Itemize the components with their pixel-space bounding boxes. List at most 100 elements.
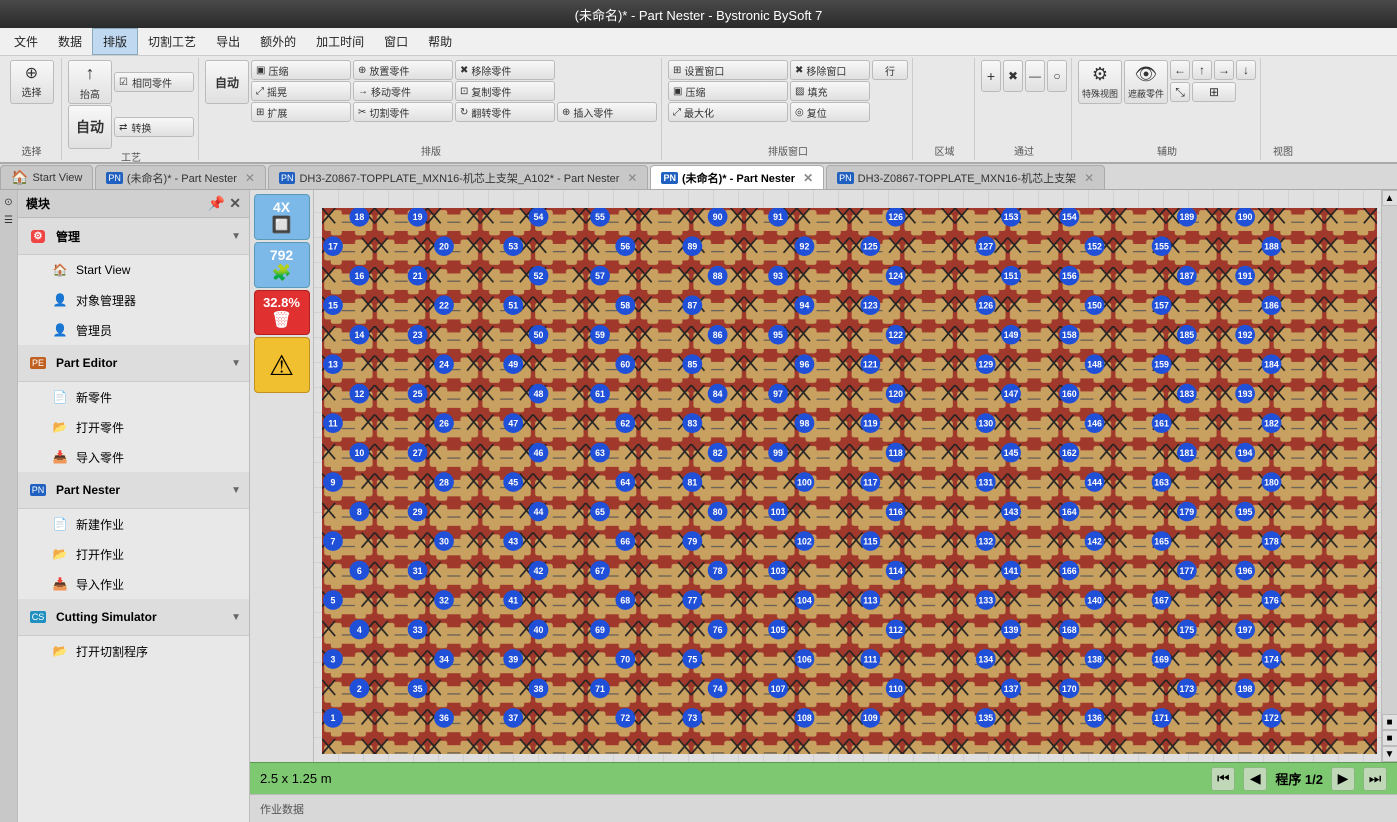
sidebar-item-objmanager[interactable]: 👤 对象管理器 [18, 285, 249, 315]
svg-text:80: 80 [713, 507, 723, 517]
svg-text:117: 117 [863, 477, 877, 487]
toolbar-btn-maximize[interactable]: ⤢ 最大化 [668, 102, 788, 122]
tab-dh3-2-close[interactable]: ✕ [1084, 171, 1094, 185]
toolbar-btn-line[interactable]: — [1025, 60, 1045, 92]
sidebar-item-open-part[interactable]: 📂 打开零件 [18, 412, 249, 442]
svg-text:89: 89 [687, 242, 697, 252]
menu-file[interactable]: 文件 [4, 29, 48, 54]
toolbar-btn-move[interactable]: → 移动零件 [353, 81, 453, 101]
panel-parts-icon: 🧩 [272, 263, 292, 283]
toolbar-btn-x[interactable]: ✖ [1003, 60, 1023, 92]
tab-dh3-pn[interactable]: PN DH3-Z0867-TOPPLATE_MXN16-机芯上支架_A102* … [268, 165, 649, 189]
menu-help[interactable]: 帮助 [418, 29, 462, 54]
toolbar-btn-cut[interactable]: ✂ 切割零件 [353, 102, 453, 122]
toolbar-btn-fill[interactable]: ▨ 填充 [790, 81, 870, 101]
panel-card-parts[interactable]: 792 🧩 [254, 242, 310, 288]
toolbar-btn-special-view[interactable]: ⚙ 特殊视图 [1078, 60, 1122, 104]
nesting-canvas[interactable]: 18 19 54 55 90 91 126 153 154 189 190 17… [314, 190, 1397, 762]
sidebar-item-import-job[interactable]: 📥 导入作业 [18, 569, 249, 599]
nav-last[interactable]: ⏭ [1363, 767, 1387, 791]
section-part-editor[interactable]: PE Part Editor ▼ [18, 345, 249, 382]
toolbar-btn-row[interactable]: 行 [872, 60, 908, 80]
toolbar-btn-reset[interactable]: ◎ 复位 [790, 102, 870, 122]
scroll-btn-mid1[interactable]: ■ [1382, 714, 1397, 730]
section-cutting-sim[interactable]: CS Cutting Simulator ▼ [18, 599, 249, 636]
nav-first[interactable]: ⏮ [1211, 767, 1235, 791]
svg-text:21: 21 [413, 271, 423, 281]
menu-window[interactable]: 窗口 [374, 29, 418, 54]
tab-pn2-close[interactable]: ✕ [803, 171, 813, 185]
vert-icon-2[interactable]: ☰ [1, 212, 17, 228]
toolbar-btn-nav-grid[interactable]: ⊞ [1192, 82, 1236, 102]
menu-export[interactable]: 导出 [206, 29, 250, 54]
scroll-up-btn[interactable]: ▲ [1382, 190, 1397, 206]
panel-card-pct[interactable]: 32.8% 🗑 [254, 290, 310, 335]
toolbar-btn-auto1[interactable]: 自动 [68, 105, 112, 149]
sidebar-item-new-job[interactable]: 📄 新建作业 [18, 509, 249, 539]
toolbar-btn-nav-down[interactable]: ↓ [1236, 60, 1256, 80]
toolbar-btn-nav-up[interactable]: ↑ [1192, 60, 1212, 80]
toolbar-btn-raise[interactable]: ↑ 抬高 [68, 60, 112, 104]
svg-text:70: 70 [620, 654, 630, 664]
sidebar-item-open-prog[interactable]: 📂 打开切割程序 [18, 636, 249, 666]
svg-text:11: 11 [328, 418, 337, 428]
scroll-btn-mid2[interactable]: ■ [1382, 730, 1397, 746]
panel-warning[interactable]: ⚠ [254, 337, 310, 393]
toolbar-btn-place[interactable]: ⊕ 放置零件 [353, 60, 453, 80]
menu-data[interactable]: 数据 [48, 29, 92, 54]
toolbar-btn-insert[interactable]: ⊕ 插入零件 [557, 102, 657, 122]
tab-start-view[interactable]: 🏠 Start View [0, 165, 93, 189]
toolbar-btn-remove[interactable]: ✖ 移除零件 [455, 60, 555, 80]
toolbar-btn-copy[interactable]: ⊡ 复制零件 [455, 81, 555, 101]
toolbar-btn-nav-right[interactable]: → [1214, 60, 1234, 80]
section-management[interactable]: ⚙ 管理 ▼ [18, 218, 249, 255]
sidebar-close-icon[interactable]: ✕ [229, 195, 241, 212]
menu-cutting[interactable]: 切割工艺 [138, 29, 206, 54]
vert-icon-1[interactable]: ⊙ [1, 194, 17, 210]
sidebar-item-startview[interactable]: 🏠 Start View [18, 255, 249, 285]
sidebar-item-new-part[interactable]: 📄 新零件 [18, 382, 249, 412]
svg-text:194: 194 [1238, 448, 1253, 458]
toolbar-btn-nav-expand[interactable]: ⤡ [1170, 82, 1190, 102]
toolbar-btn-select[interactable]: ⊕ 选择 [10, 60, 54, 104]
toolbar-group-region: 区域 [915, 58, 975, 160]
toolbar-btn-shake[interactable]: ⤢ 摇晃 [251, 81, 351, 101]
toolbar-btn-expand[interactable]: ⊞ 扩展 [251, 102, 351, 122]
toolbar-btn-nav-left[interactable]: ← [1170, 60, 1190, 80]
tab-unnamed-pn1[interactable]: PN (未命名)* - Part Nester ✕ [95, 165, 266, 189]
toolbar-btn-same[interactable]: ☑相同零件 [114, 72, 194, 92]
toolbar-btn-compress[interactable]: ▣ 压缩 [251, 60, 351, 80]
sidebar-item-admin[interactable]: 👤 管理员 [18, 315, 249, 345]
toolbar-btn-set-window[interactable]: ⊞ 设置窗口 [668, 60, 788, 80]
toolbar-btn-compress2[interactable]: ▣ 压缩 [668, 81, 788, 101]
tab-dh3-close[interactable]: ✕ [627, 171, 637, 185]
nav-next[interactable]: ▶ [1331, 767, 1355, 791]
svg-text:170: 170 [1062, 684, 1077, 694]
toolbar-btn-flip[interactable]: ↻ 翻转零件 [455, 102, 555, 122]
tab-dh3-2[interactable]: PN DH3-Z0867-TOPPLATE_MXN16-机芯上支架 ✕ [826, 165, 1105, 189]
toolbar-btn-convert[interactable]: ⇄转换 [114, 117, 194, 137]
menu-layout[interactable]: 排版 [92, 28, 138, 55]
menu-extra[interactable]: 额外的 [250, 29, 306, 54]
new-part-label: 新零件 [76, 389, 112, 406]
svg-text:132: 132 [978, 536, 993, 546]
section-part-nester[interactable]: PN Part Nester ▼ [18, 472, 249, 509]
toolbar-btn-plus[interactable]: + [981, 60, 1001, 92]
right-scrollbar[interactable]: ▲ ■ ■ ▼ [1381, 190, 1397, 762]
toolbar-btn-hide-parts[interactable]: 👁 遮蔽零件 [1124, 60, 1168, 104]
tab-pn1-close[interactable]: ✕ [245, 171, 255, 185]
toolbar-btn-auto2[interactable]: 自动 [205, 60, 249, 104]
tab-unnamed-pn2[interactable]: PN (未命名)* - Part Nester ✕ [650, 165, 824, 189]
sidebar-pin-icon[interactable]: 📌 [208, 195, 225, 212]
nav-prev[interactable]: ◀ [1243, 767, 1267, 791]
menu-time[interactable]: 加工时间 [306, 29, 374, 54]
sidebar-item-open-job[interactable]: 📂 打开作业 [18, 539, 249, 569]
svg-text:22: 22 [439, 300, 449, 310]
toolbar-btn-circle[interactable]: ○ [1047, 60, 1067, 92]
toolbar-btn-remove-window[interactable]: ✖ 移除窗口 [790, 60, 870, 80]
sidebar-item-import-part[interactable]: 📥 导入零件 [18, 442, 249, 472]
svg-text:57: 57 [595, 271, 605, 281]
titlebar: (未命名)* - Part Nester - Bystronic BySoft … [0, 0, 1397, 28]
scroll-down-btn[interactable]: ▼ [1382, 746, 1397, 762]
panel-card-count[interactable]: 4X 🔲 [254, 194, 310, 240]
